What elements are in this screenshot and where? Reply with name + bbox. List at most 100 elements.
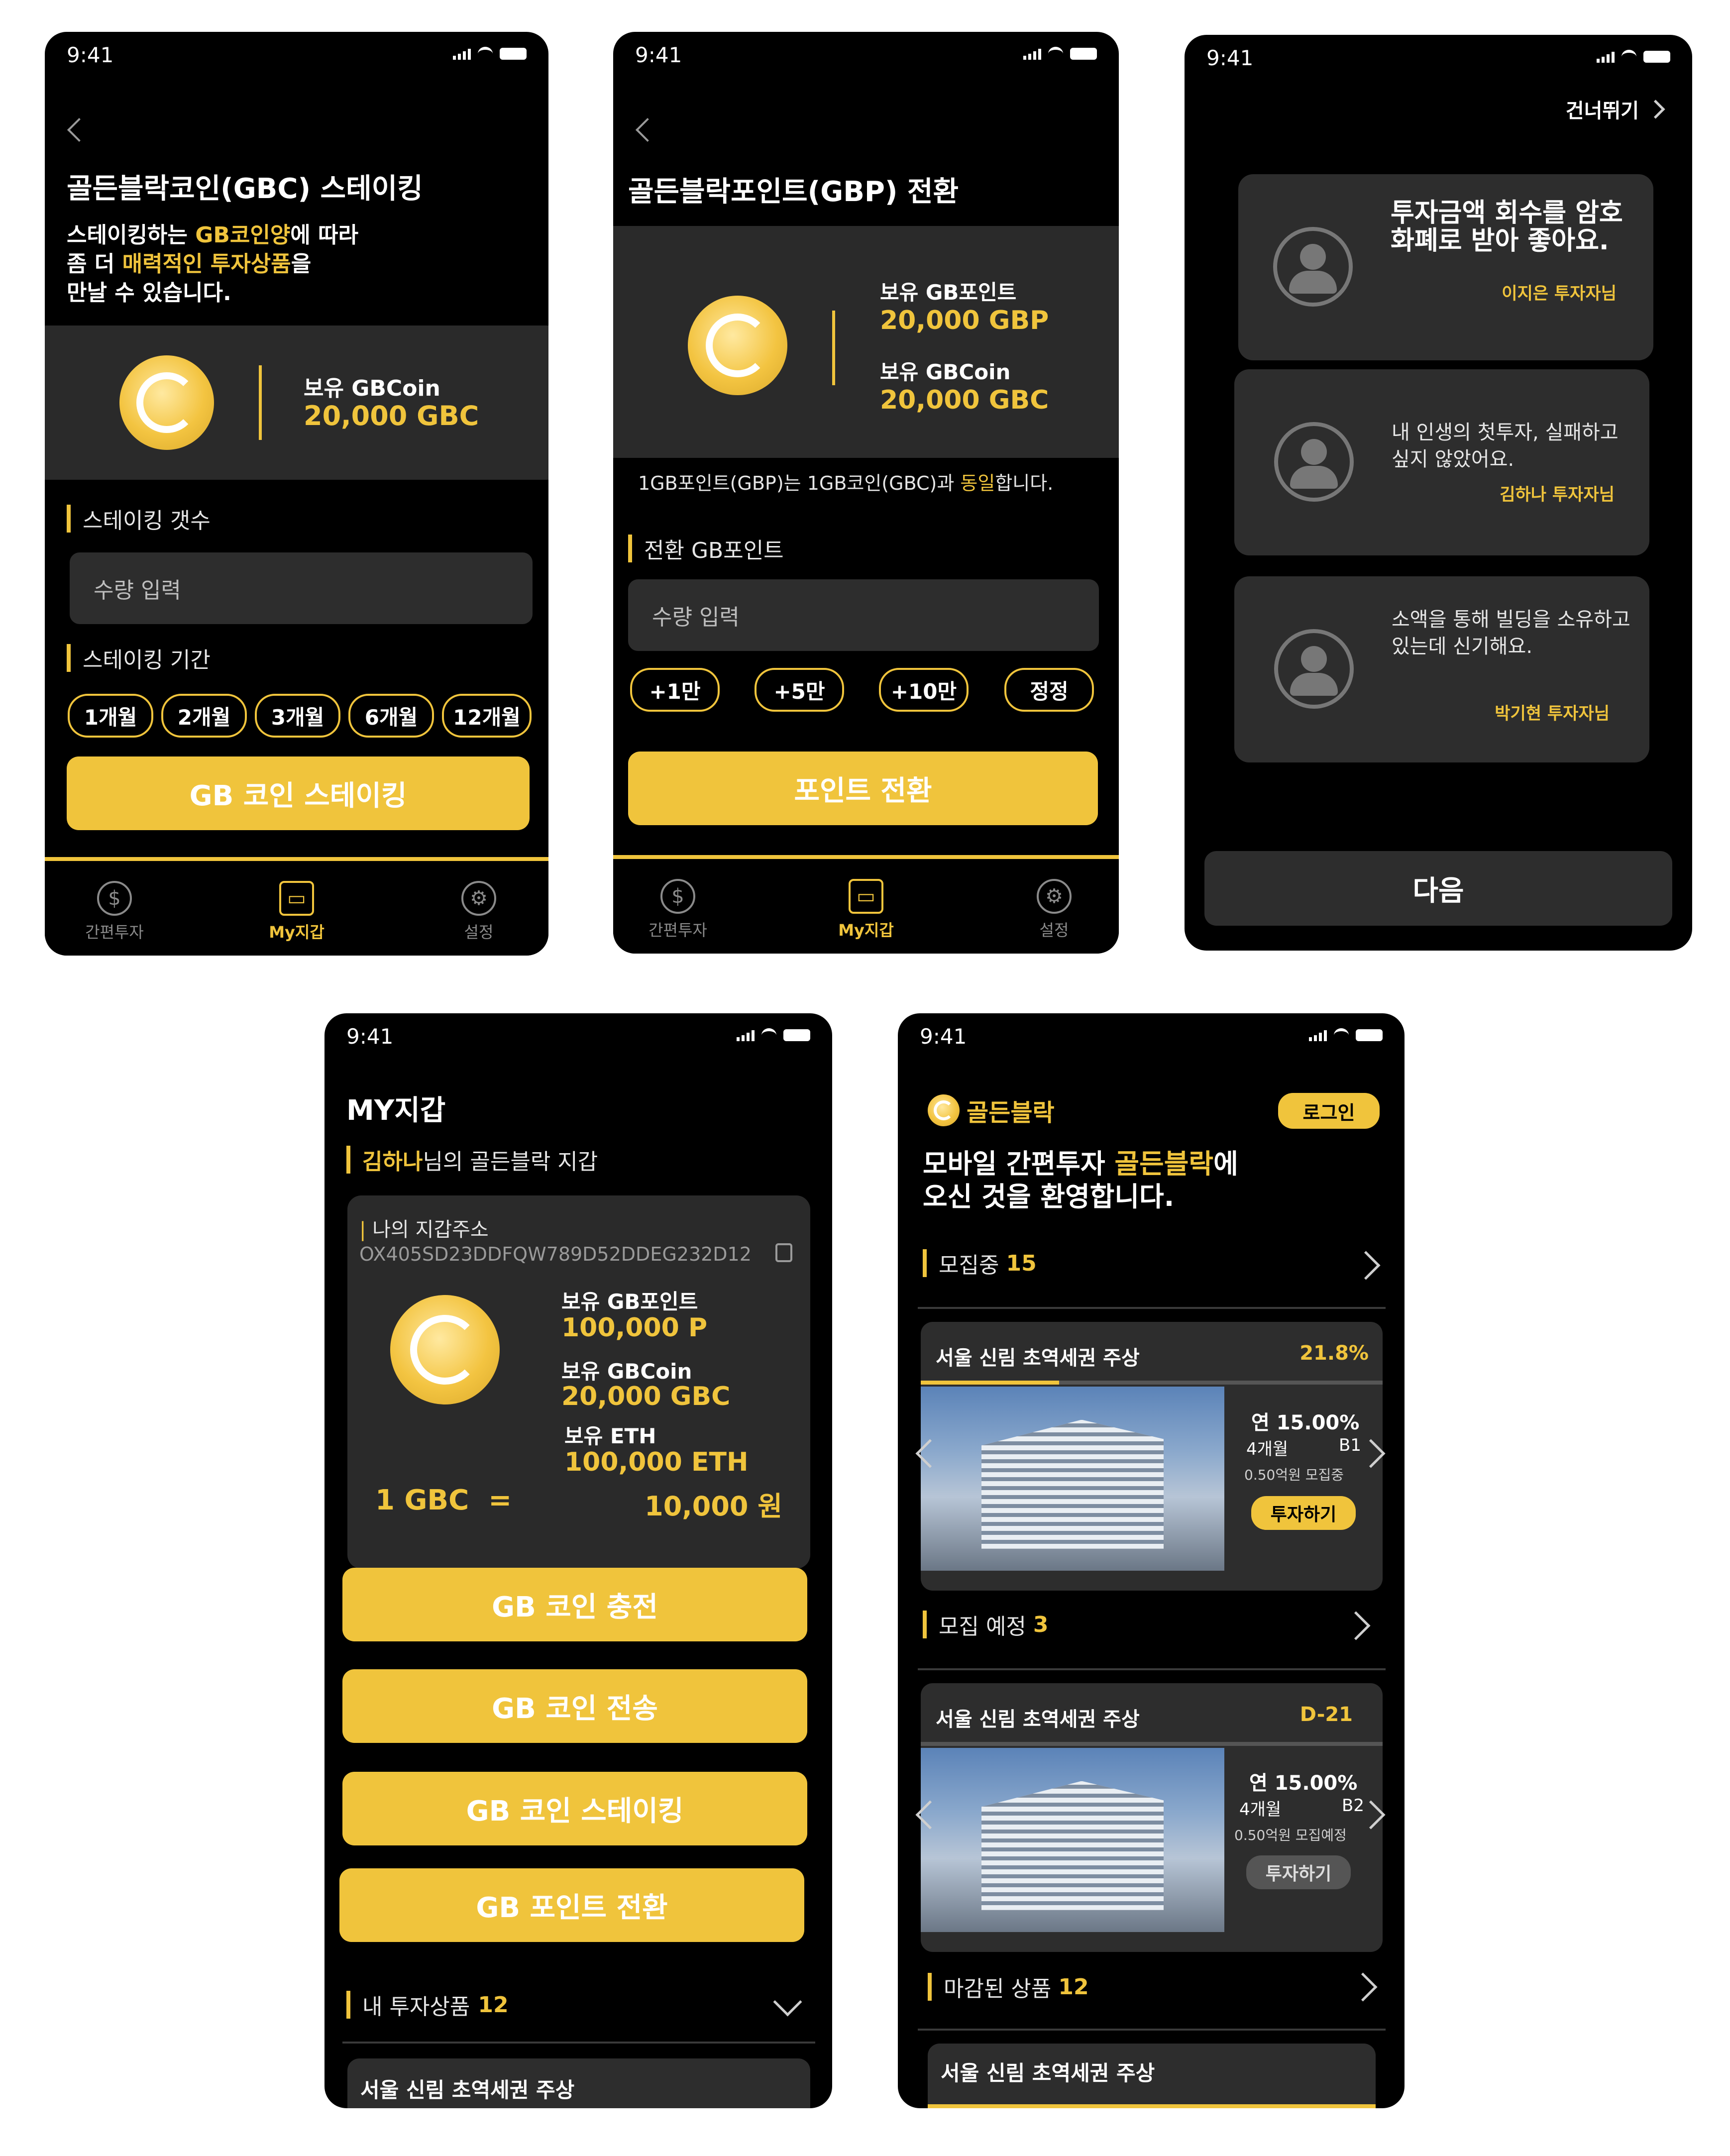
period-label: 스테이킹 기간: [67, 642, 211, 674]
review-card: 내 인생의 첫투자, 실패하고 싶지 않았어요. 김하나 투자자님: [1234, 369, 1649, 555]
gbc-label: 보유 GBCoin: [561, 1359, 692, 1384]
dollar-icon: $: [97, 881, 132, 916]
chevron-down-icon[interactable]: [773, 1987, 802, 2017]
recruit-amount: 0.50억원 모집중: [1244, 1467, 1344, 1483]
wifi-icon: [1622, 50, 1636, 64]
staking-button[interactable]: GB 코인 스테이킹: [67, 756, 530, 830]
status-time: 9:41: [67, 43, 114, 67]
recruit-amount: 0.50억원 모집예정: [1234, 1827, 1347, 1843]
progress-track: [921, 1742, 1383, 1746]
balance-value: 20,000 GBC: [304, 400, 479, 431]
page-title: 골든블락포인트(GBP) 전환: [628, 176, 959, 208]
chevron-right-icon[interactable]: [1351, 1251, 1381, 1280]
count-label: 스테이킹 갯수: [67, 503, 211, 535]
product-name: 서울 신림 초역세권 주상: [941, 2061, 1155, 2085]
review-text: 소액을 통해 빌딩을 소유하고 있는데 신기해요.: [1392, 608, 1630, 658]
gear-icon: ⚙: [461, 881, 496, 916]
tab-invest[interactable]: $ 간편투자: [628, 879, 728, 941]
conversion-note: 1GB포인트(GBP)는 1GB코인(GBC)과 동일합니다.: [638, 472, 1054, 494]
desc-text: 을: [291, 251, 312, 277]
eth-label: 보유 ETH: [564, 1424, 656, 1448]
section-closed[interactable]: 마감된 상품 12: [928, 1971, 1089, 2003]
period-6m[interactable]: 6개월: [348, 694, 434, 738]
review-author: 이지은 투자자님: [1502, 284, 1617, 304]
review-text: 투자금액 회수를 암호화폐로 받아 좋아요.: [1391, 198, 1623, 256]
period-3m[interactable]: 3개월: [255, 694, 340, 738]
gbp-value: 100,000 P: [561, 1313, 708, 1343]
wallet-card: | 나의 지갑주소 OX405SD23DDFQW789D52DDEG232D12…: [347, 1195, 810, 1569]
next-button[interactable]: 다음: [1204, 851, 1672, 926]
skip-link[interactable]: 건너뛰기: [1566, 95, 1665, 123]
progress-track: [921, 1381, 1383, 1385]
balance-panel: 보유 GBCoin 20,000 GBC: [45, 325, 548, 480]
copy-icon[interactable]: [775, 1243, 792, 1262]
balance-label: 보유 GBCoin: [304, 376, 440, 401]
product-card[interactable]: 서울 신림 초역세권 주상: [928, 2044, 1376, 2108]
point-convert-button[interactable]: GB 포인트 전환: [339, 1868, 804, 1942]
invest-button[interactable]: 투자하기: [1251, 1496, 1356, 1530]
convert-button[interactable]: 포인트 전환: [628, 752, 1098, 825]
product-progress: [928, 2104, 1376, 2108]
gbc-coin-logo: [928, 1094, 960, 1126]
rate-right: 10,000 원: [645, 1491, 782, 1522]
chip-reset[interactable]: 정정: [1004, 668, 1094, 712]
building-image: [921, 1748, 1224, 1932]
send-button[interactable]: GB 코인 전송: [342, 1669, 807, 1743]
screen-staking: 9:41 골든블락코인(GBC) 스테이킹 스테이킹하는 GB코인양에 따라 좀…: [45, 32, 548, 956]
product-name: 서울 신림 초역세권 주상: [936, 1708, 1140, 1731]
wallet-icon: ▭: [279, 881, 314, 916]
back-icon[interactable]: [635, 117, 660, 142]
gbc-label: 보유 GBCoin: [880, 360, 1011, 384]
product-card[interactable]: 서울 신림 초역세권 주상: [347, 2058, 810, 2108]
tab-invest[interactable]: $ 간편투자: [65, 881, 164, 943]
login-button[interactable]: 로그인: [1278, 1093, 1380, 1129]
product-card[interactable]: 서울 신림 초역세권 주상 D-21 연 15.00% 4개월 B2 0.50억…: [921, 1683, 1383, 1952]
product-card[interactable]: 서울 신림 초역세권 주상 21.8% 연 15.00% 4개월 B1 0.50…: [921, 1322, 1383, 1591]
tab-wallet[interactable]: ▭ My지갑: [247, 881, 346, 943]
invest-button[interactable]: 투자하기: [1246, 1855, 1351, 1889]
desc-text: 스테이킹하는: [67, 222, 196, 248]
avatar-icon: [1274, 422, 1354, 502]
tab-bar: $ 간편투자 ▭ My지갑 ⚙ 설정: [45, 857, 548, 956]
section-recruiting[interactable]: 모집중 15: [923, 1247, 1037, 1279]
eth-value: 100,000 ETH: [564, 1447, 749, 1477]
tab-settings[interactable]: ⚙ 설정: [429, 881, 529, 943]
signal-icon: [737, 1029, 755, 1041]
balance-panel: 보유 GB포인트 20,000 GBP 보유 GBCoin 20,000 GBC: [613, 226, 1119, 458]
screen-point-convert: 9:41 골든블락포인트(GBP) 전환 보유 GB포인트 20,000 GBP…: [613, 32, 1119, 954]
period-1m[interactable]: 1개월: [68, 694, 153, 738]
chip-100k[interactable]: +10만: [879, 668, 969, 712]
status-icons: [1309, 1028, 1383, 1042]
wifi-icon: [1048, 47, 1063, 61]
review-author: 박기현 투자자님: [1495, 704, 1610, 724]
dollar-icon: $: [660, 879, 695, 914]
chip-10k[interactable]: +1만: [630, 668, 720, 712]
charge-button[interactable]: GB 코인 충전: [342, 1568, 807, 1641]
divider: [918, 1668, 1386, 1670]
period-12m[interactable]: 12개월: [442, 694, 532, 738]
chevron-right-icon[interactable]: [1341, 1611, 1371, 1640]
tab-settings[interactable]: ⚙ 설정: [1004, 879, 1104, 941]
count-input[interactable]: 수량 입력: [70, 552, 533, 624]
tab-wallet[interactable]: ▭ My지갑: [816, 879, 916, 941]
back-icon[interactable]: [67, 117, 92, 142]
status-time: 9:41: [346, 1024, 394, 1049]
review-card: 투자금액 회수를 암호화폐로 받아 좋아요. 이지은 투자자님: [1238, 174, 1653, 360]
chevron-right-icon: [1646, 99, 1665, 119]
chip-50k[interactable]: +5만: [755, 668, 844, 712]
divider: [342, 2042, 815, 2044]
staking-button[interactable]: GB 코인 스테이킹: [342, 1772, 807, 1845]
convert-label: 전환 GB포인트: [628, 533, 784, 564]
status-icons: [1023, 47, 1097, 61]
chevron-right-icon[interactable]: [1348, 1972, 1378, 2002]
section-upcoming[interactable]: 모집 예정 3: [923, 1609, 1049, 1640]
convert-input[interactable]: 수량 입력: [628, 579, 1099, 651]
wallet-icon: ▭: [849, 879, 883, 914]
page-title: MY지갑: [346, 1094, 446, 1127]
wallet-owner: 김하나 님의 골든블락 지갑: [346, 1144, 598, 1176]
desc-text: 만날 수 있습니다.: [67, 280, 231, 306]
period-2m[interactable]: 2개월: [161, 694, 247, 738]
desc-text: 좀 더: [67, 251, 122, 277]
gbc-coin-logo: [119, 355, 214, 450]
divider: [832, 311, 835, 385]
